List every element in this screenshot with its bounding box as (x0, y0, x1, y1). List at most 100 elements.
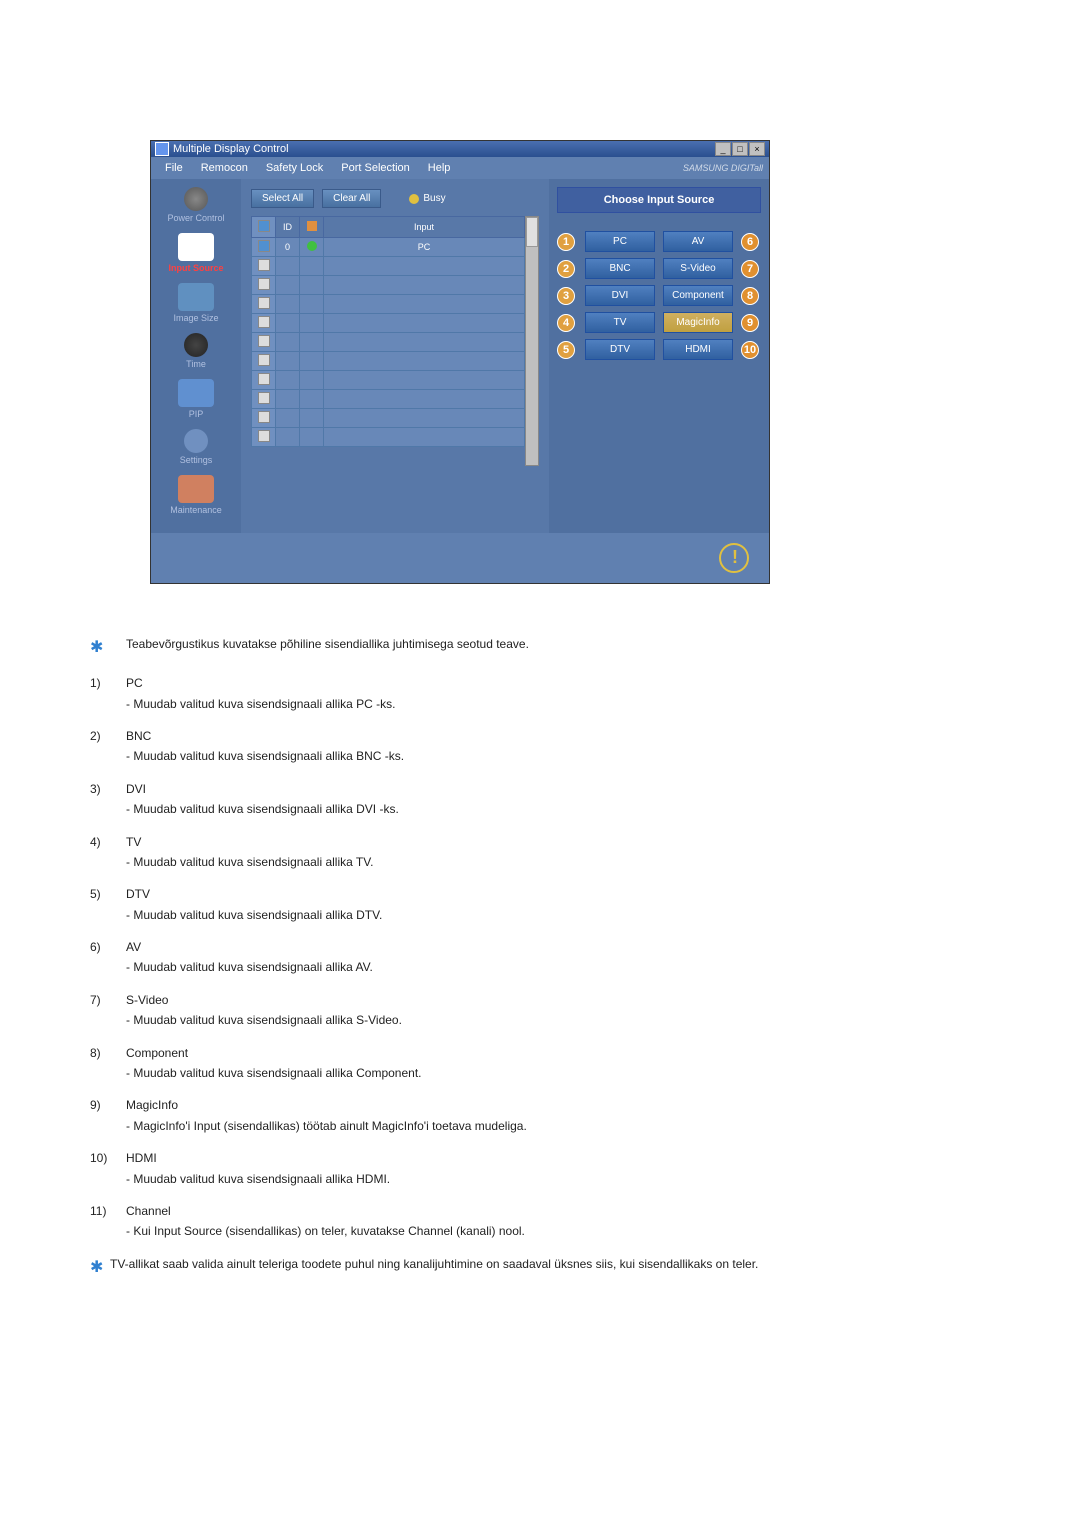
sidebar-item-image-size[interactable]: Image Size (155, 283, 237, 323)
row-status (300, 409, 324, 428)
doc-item-desc: - Kui Input Source (sisendallikas) on te… (126, 1221, 990, 1241)
scroll-thumb[interactable] (526, 217, 538, 247)
sidebar-label: Time (155, 359, 237, 369)
source-number-badge: 5 (557, 341, 575, 359)
close-button[interactable]: × (749, 142, 765, 156)
doc-item-content: DVI - Muudab valitud kuva sisendsignaali… (126, 779, 990, 820)
source-number-badge: 8 (741, 287, 759, 305)
brand-label: SAMSUNG DIGITall (683, 163, 763, 173)
select-all-button[interactable]: Select All (251, 189, 314, 208)
source-button-pc[interactable]: PC (585, 231, 655, 252)
table-row[interactable] (252, 371, 525, 390)
row-id: 0 (276, 238, 300, 257)
busy-dot-icon (409, 194, 419, 204)
doc-item-row: 11) Channel - Kui Input Source (sisendal… (90, 1201, 990, 1242)
col-status[interactable] (300, 217, 324, 238)
table-row[interactable] (252, 295, 525, 314)
source-button-dvi[interactable]: DVI (585, 285, 655, 306)
source-button-tv[interactable]: TV (585, 312, 655, 333)
row-id (276, 428, 300, 447)
source-button-component[interactable]: Component (663, 285, 733, 306)
source-button-dtv[interactable]: DTV (585, 339, 655, 360)
sidebar-item-pip[interactable]: PIP (155, 379, 237, 419)
row-checkbox[interactable] (258, 278, 270, 290)
source-button-svideo[interactable]: S-Video (663, 258, 733, 279)
table-scroll: ID Input 0 PC (251, 216, 525, 466)
vertical-scrollbar[interactable] (525, 216, 539, 466)
doc-item-row: 3) DVI - Muudab valitud kuva sisendsigna… (90, 779, 990, 820)
minimize-button[interactable]: _ (715, 142, 731, 156)
col-checkbox[interactable] (252, 217, 276, 238)
table-row[interactable]: 0 PC (252, 238, 525, 257)
row-checkbox[interactable] (258, 430, 270, 442)
row-checkbox[interactable] (258, 335, 270, 347)
row-checkbox[interactable] (258, 354, 270, 366)
input-source-icon (178, 233, 214, 261)
menu-help[interactable]: Help (420, 160, 459, 176)
sidebar-item-time[interactable]: Time (155, 333, 237, 369)
table-row[interactable] (252, 333, 525, 352)
menu-remocon[interactable]: Remocon (193, 160, 256, 176)
row-checkbox[interactable] (258, 240, 270, 252)
menu-file[interactable]: File (157, 160, 191, 176)
row-status (300, 390, 324, 409)
row-checkbox[interactable] (258, 297, 270, 309)
doc-item-title: DVI (126, 779, 990, 799)
row-id (276, 409, 300, 428)
source-number-badge: 6 (741, 233, 759, 251)
menu-safety-lock[interactable]: Safety Lock (258, 160, 331, 176)
clear-all-button[interactable]: Clear All (322, 189, 381, 208)
doc-item-row: 8) Component - Muudab valitud kuva sisen… (90, 1043, 990, 1084)
doc-item-content: BNC - Muudab valitud kuva sisendsignaali… (126, 726, 990, 767)
row-checkbox[interactable] (258, 373, 270, 385)
doc-item-number: 6) (90, 937, 126, 978)
table-row[interactable] (252, 428, 525, 447)
row-input (324, 295, 525, 314)
doc-item-number: 8) (90, 1043, 126, 1084)
time-icon (184, 333, 208, 357)
row-status (300, 314, 324, 333)
table-row[interactable] (252, 257, 525, 276)
source-button-bnc[interactable]: BNC (585, 258, 655, 279)
row-status (300, 352, 324, 371)
source-grid: 1 PC AV 6 2 BNC S-Video 7 3 DVI Componen… (557, 231, 761, 360)
row-status (300, 257, 324, 276)
source-button-av[interactable]: AV (663, 231, 733, 252)
source-number-badge: 3 (557, 287, 575, 305)
doc-item-title: Channel (126, 1201, 990, 1221)
sidebar-label: Maintenance (155, 505, 237, 515)
data-table: ID Input 0 PC (251, 216, 525, 447)
row-checkbox[interactable] (258, 392, 270, 404)
col-id[interactable]: ID (276, 217, 300, 238)
sidebar-item-input-source[interactable]: Input Source (155, 233, 237, 273)
row-checkbox[interactable] (258, 316, 270, 328)
doc-item-content: DTV - Muudab valitud kuva sisendsignaali… (126, 884, 990, 925)
source-number-badge: 4 (557, 314, 575, 332)
table-row[interactable] (252, 409, 525, 428)
sidebar-item-power-control[interactable]: Power Control (155, 187, 237, 223)
row-status (300, 333, 324, 352)
row-status (300, 295, 324, 314)
doc-item-content: Component - Muudab valitud kuva sisendsi… (126, 1043, 990, 1084)
doc-item-number: 1) (90, 673, 126, 714)
row-checkbox[interactable] (258, 411, 270, 423)
panel-header: Choose Input Source (557, 187, 761, 213)
window-controls: _ □ × (715, 142, 765, 156)
source-button-magicinfo[interactable]: MagicInfo (663, 312, 733, 333)
busy-indicator: Busy (409, 193, 445, 204)
col-input[interactable]: Input (324, 217, 525, 238)
table-row[interactable] (252, 276, 525, 295)
source-number-badge: 2 (557, 260, 575, 278)
source-button-hdmi[interactable]: HDMI (663, 339, 733, 360)
maximize-button[interactable]: □ (732, 142, 748, 156)
sidebar-item-maintenance[interactable]: Maintenance (155, 475, 237, 515)
image-size-icon (178, 283, 214, 311)
row-checkbox[interactable] (258, 259, 270, 271)
table-row[interactable] (252, 390, 525, 409)
doc-intro: Teabevõrgustikus kuvatakse põhiline sise… (126, 634, 990, 661)
table-row[interactable] (252, 352, 525, 371)
sidebar-item-settings[interactable]: Settings (155, 429, 237, 465)
menu-port-selection[interactable]: Port Selection (333, 160, 417, 176)
table-row[interactable] (252, 314, 525, 333)
doc-item-row: 1) PC - Muudab valitud kuva sisendsignaa… (90, 673, 990, 714)
